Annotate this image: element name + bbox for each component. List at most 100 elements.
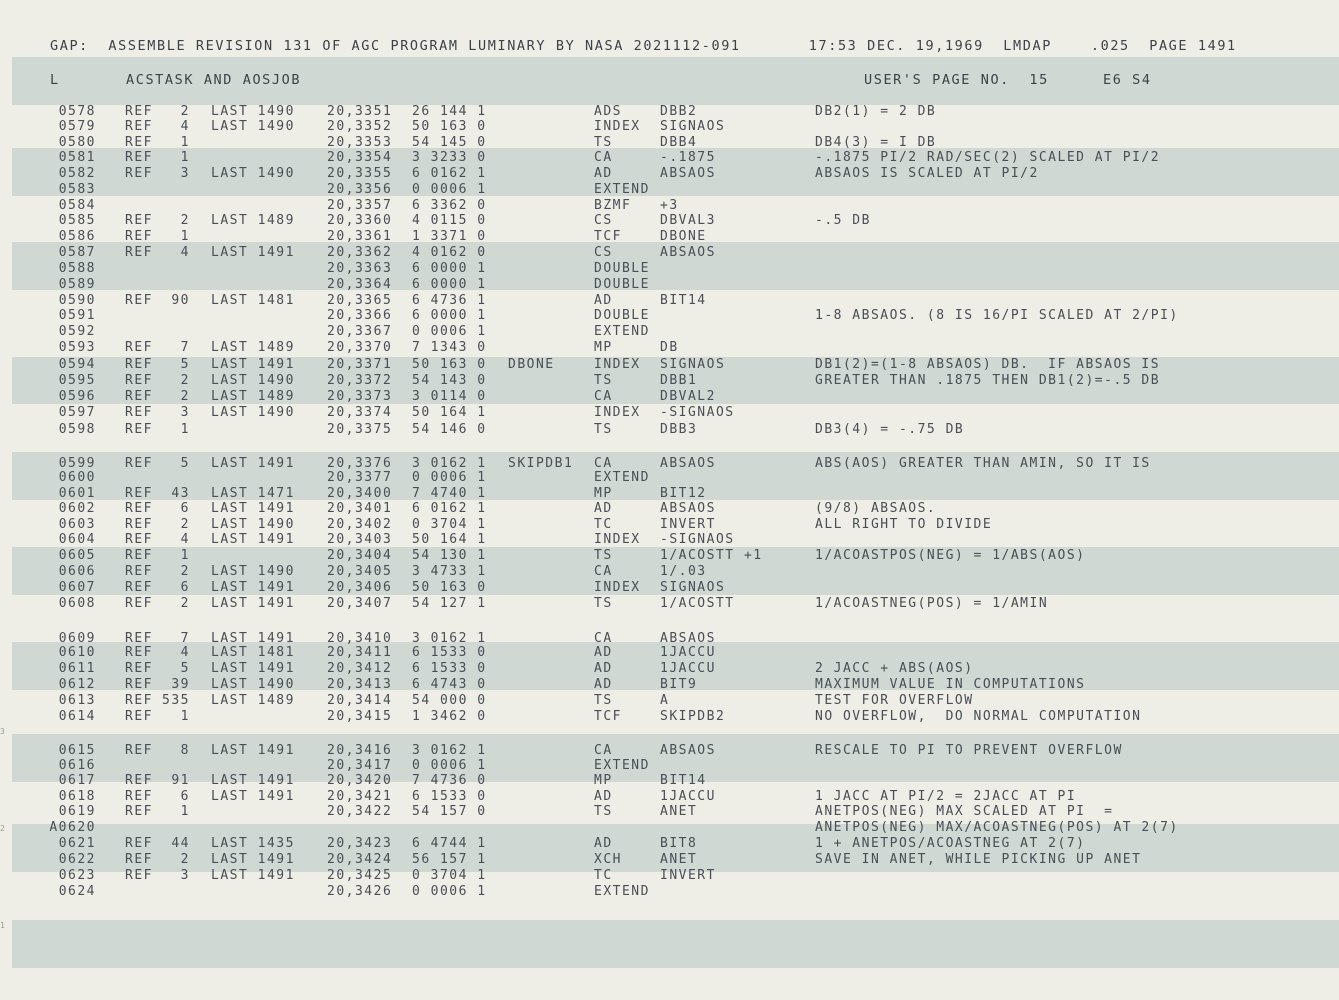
operand: INVERT [660,868,716,883]
address: 20,3362 [327,245,393,260]
opcode: AD [594,293,613,308]
address: 20,3420 [327,773,393,788]
octal-code: 6 0000 1 [412,261,487,276]
listing-row: 0582 REF 3 LAST 1490 20,3355 6 0162 1 AD ABSAOS… [0,166,1339,182]
comment: 1 + ANETPOS/ACOASTNEG AT 2(7) [815,836,1086,851]
operand: DBB1 [660,373,698,388]
opcode: XCH [594,852,622,867]
opcode: CS [594,213,613,228]
opcode: EXTEND [594,324,650,339]
ref-count: 2 [180,213,190,228]
comment: TEST FOR OVERFLOW [815,693,974,708]
ref-marker: REF [125,773,153,788]
ref-marker: REF [125,532,153,547]
address: 20,3406 [327,580,393,595]
operand: DBB2 [660,104,698,119]
opcode: MP [594,773,613,788]
last-reference: LAST 1490 [211,373,295,388]
opcode: AD [594,645,613,660]
line-number: 0605 [58,548,96,563]
operand: SIGNAOS [660,580,726,595]
ref-marker: REF [125,422,153,437]
comment: (9/8) ABSAOS. [815,501,937,516]
listing-row: 0601 REF 43 LAST 1471 20,3400 7 4740 1 MP BIT12 [0,486,1339,502]
ref-count: 5 [180,357,190,372]
operand: BIT9 [660,677,698,692]
ref-marker: REF [125,596,153,611]
last-reference: LAST 1489 [211,693,295,708]
opcode: TC [594,517,613,532]
operand: ABSAOS [660,501,716,516]
opcode: INDEX [594,357,641,372]
opcode: TCF [594,709,622,724]
operand: -.1875 [660,150,716,165]
listing-row: 0614 REF 1 20,3415 1 3462 0 TCF SKIPDB2 NO OVER… [0,709,1339,725]
listing-row: 0591 20,3366 6 0000 1 DOUBLE 1-8 ABSAOS. (8 … [0,308,1339,324]
octal-code: 0 0006 1 [412,470,487,485]
address: 20,3423 [327,836,393,851]
operand: +3 [660,198,679,213]
last-reference: LAST 1481 [211,293,295,308]
ref-count: 2 [180,389,190,404]
ref-marker: REF [125,166,153,181]
ref-count: 4 [180,119,190,134]
address: 20,3404 [327,548,393,563]
octal-code: 6 4743 0 [412,677,487,692]
opcode: INDEX [594,405,641,420]
opcode: BZMF [594,198,632,213]
line-number: 0607 [58,580,96,595]
line-number: 0580 [58,135,96,150]
opcode: DOUBLE [594,308,650,323]
last-reference: LAST 1489 [211,340,295,355]
line-number: 0585 [58,213,96,228]
line-number: 0611 [58,661,96,676]
operand: 1JACCU [660,645,716,660]
ref-count: 4 [180,245,190,260]
address: 20,3401 [327,501,393,516]
operand: ANET [660,852,698,867]
line-number: 0604 [58,532,96,547]
margin-mark: 3 [0,727,5,736]
octal-code: 6 0000 1 [412,308,487,323]
octal-code: 6 4744 1 [412,836,487,851]
ref-count: 3 [180,166,190,181]
operand: 1/.03 [660,564,707,579]
operand: -SIGNAOS [660,532,735,547]
ref-marker: REF [125,677,153,692]
octal-code: 0 0006 1 [412,324,487,339]
last-reference: LAST 1490 [211,166,295,181]
last-reference: LAST 1491 [211,580,295,595]
ref-marker: REF [125,150,153,165]
listing-title: GAP: ASSEMBLE REVISION 131 OF AGC PROGRA… [50,38,1237,54]
ref-count: 1 [180,150,190,165]
octal-code: 1 3371 0 [412,229,487,244]
octal-code: 50 163 0 [412,357,487,372]
operand: A [660,693,670,708]
octal-code: 26 144 1 [412,104,487,119]
ref-count: 2 [180,517,190,532]
octal-code: 1 3462 0 [412,709,487,724]
ref-marker: REF [125,709,153,724]
ref-marker: REF [125,293,153,308]
ref-count: 4 [180,645,190,660]
last-reference: LAST 1491 [211,852,295,867]
ref-marker: REF [125,548,153,563]
listing-row: 0581 REF 1 20,3354 3 3233 0 CA -.1875 -.1875 PI… [0,150,1339,166]
opcode: INDEX [594,119,641,134]
line-number: 0579 [58,119,96,134]
listing-row: 0586 REF 1 20,3361 1 3371 0 TCF DBONE [0,229,1339,245]
opcode: AD [594,677,613,692]
operand: BIT14 [660,293,707,308]
last-reference: LAST 1491 [211,245,295,260]
line-number: 0583 [58,182,96,197]
ref-count: 1 [180,229,190,244]
operand: DBONE [660,229,707,244]
operand: INVERT [660,517,716,532]
listing-row: 0585 REF 2 LAST 1489 20,3360 4 0115 0 CS DBVAL3… [0,213,1339,229]
opcode: TS [594,135,613,150]
address: 20,3356 [327,182,393,197]
opcode: CA [594,389,613,404]
address: 20,3412 [327,661,393,676]
listing-row: 0594 REF 5 LAST 1491 20,3371 50 163 0 DBONE IND… [0,357,1339,373]
listing-row: 0612 REF 39 LAST 1490 20,3413 6 4743 0 AD BIT9 M… [0,677,1339,693]
